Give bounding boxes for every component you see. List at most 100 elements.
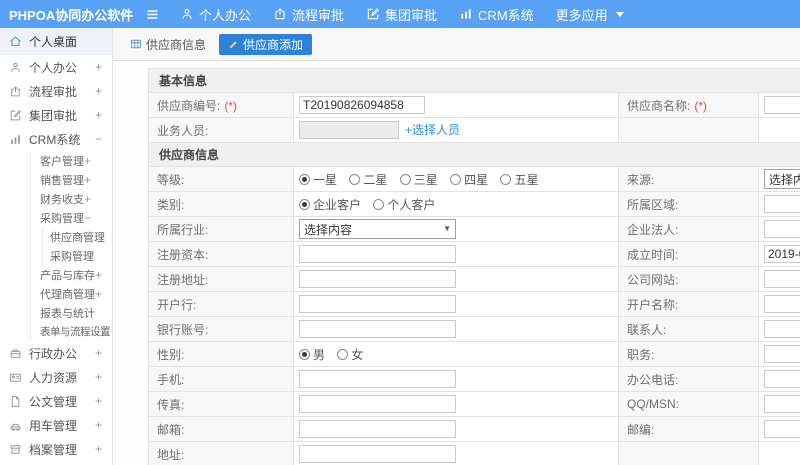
bank-account-input[interactable]	[299, 320, 456, 338]
level-radio-3star[interactable]: 三星	[399, 171, 438, 188]
field-label: 所属行业:	[157, 222, 209, 237]
gender-radio-female[interactable]: 女	[337, 346, 363, 363]
industry-select[interactable]: 选择内容	[299, 219, 456, 239]
topnav-crm-system[interactable]: CRM系统	[459, 5, 534, 24]
expand-icon[interactable]: +	[95, 394, 102, 408]
expand-icon[interactable]: +	[111, 325, 112, 339]
email-input[interactable]	[299, 420, 456, 438]
sidebar-item-crm-system[interactable]: CRM系统 −	[0, 127, 112, 151]
sidebar-item-process-approval[interactable]: 流程审批 +	[0, 79, 112, 103]
sidebar-item-human-resources[interactable]: 人力资源 +	[0, 365, 112, 389]
label-cell: 地址:	[148, 441, 294, 465]
tab-supplier-info[interactable]: 供应商信息	[130, 36, 206, 53]
bank-branch-input[interactable]	[299, 295, 456, 313]
collapse-icon[interactable]: −	[95, 132, 102, 146]
field-cell	[757, 291, 800, 317]
expand-icon[interactable]: +	[95, 108, 102, 122]
postcode-input[interactable]	[764, 420, 800, 438]
sidebar-item-customer-mgmt[interactable]: 客户管理 +	[0, 151, 112, 170]
expand-icon[interactable]: +	[84, 192, 91, 206]
section-row: 供应商信息	[147, 142, 800, 167]
level-radio-1star[interactable]: 一星	[299, 171, 337, 188]
expand-icon[interactable]: +	[95, 370, 102, 384]
sidebar-item-label: 报表与统计	[40, 307, 95, 320]
qq-msn-input[interactable]	[764, 395, 800, 413]
label-cell: 银行账号:	[148, 316, 294, 342]
label-cell: 联系人:	[618, 316, 759, 342]
sidebar-item-form-flow-settings[interactable]: 表单与流程设置 +	[0, 322, 112, 341]
category-radio-personal[interactable]: 个人客户	[373, 196, 435, 213]
category-radio-company[interactable]: 企业客户	[299, 196, 361, 213]
expand-icon[interactable]: +	[95, 84, 102, 98]
address-input[interactable]	[299, 445, 456, 463]
sidebar-item-sales-mgmt[interactable]: 销售管理 +	[0, 170, 112, 189]
mobile-input[interactable]	[299, 370, 456, 388]
sidebar-item-personal-office[interactable]: 个人办公 +	[0, 55, 112, 79]
sidebar-item-agent-mgmt[interactable]: 代理商管理 +	[0, 284, 112, 303]
company-website-input[interactable]	[764, 270, 800, 288]
position-input[interactable]	[764, 345, 800, 363]
sidebar-item-group-approval[interactable]: 集团审批 +	[0, 103, 112, 127]
sidebar-item-personal-desktop[interactable]: 个人桌面	[0, 28, 112, 55]
supplier-name-input[interactable]	[764, 96, 800, 114]
sidebar-item-admin-office[interactable]: 行政办公 +	[0, 341, 112, 365]
sidebar-item-label: 公文管理	[29, 394, 78, 409]
expand-icon[interactable]: +	[84, 173, 91, 187]
menu-icon[interactable]	[145, 7, 160, 22]
expand-icon[interactable]: +	[95, 287, 102, 301]
sidebar-item-purchase-mgmt[interactable]: 采购管理 −	[0, 208, 112, 227]
business-staff-input[interactable]	[299, 121, 399, 140]
region-input[interactable]	[764, 195, 800, 213]
fax-input[interactable]	[299, 395, 456, 413]
registered-address-input[interactable]	[299, 270, 456, 288]
level-radio-2star[interactable]: 二星	[349, 171, 387, 188]
archive-icon	[9, 443, 22, 456]
office-phone-input[interactable]	[764, 370, 800, 388]
collapse-icon[interactable]: −	[84, 211, 91, 225]
form-row: 等级: 一星 二星 三星 四星 五星 来源: 选择内容	[148, 166, 800, 192]
sidebar-item-products-inventory[interactable]: 产品与库存 +	[0, 265, 112, 284]
supplier-code-input[interactable]	[299, 96, 425, 114]
field-cell	[757, 191, 800, 217]
contact-person-input[interactable]	[764, 320, 800, 338]
topnav-label: CRM系统	[478, 7, 534, 23]
select-value: 选择内容	[769, 172, 800, 187]
sidebar-item-label: 档案管理	[29, 442, 78, 457]
topnav-personal-office[interactable]: 个人办公	[180, 5, 251, 24]
sidebar-item-vehicle-mgmt[interactable]: 用车管理 +	[0, 413, 112, 437]
gender-radio-male[interactable]: 男	[299, 346, 325, 363]
form-row: 注册地址: 公司网站:	[148, 266, 800, 292]
field-cell	[293, 241, 619, 267]
expand-icon[interactable]: +	[84, 154, 91, 168]
choose-staff-link[interactable]: +选择人员	[405, 123, 460, 137]
form-row: 手机: 办公电话:	[148, 366, 800, 392]
expand-icon[interactable]: +	[95, 346, 102, 360]
tab-supplier-add[interactable]: 供应商添加	[219, 33, 313, 55]
registered-capital-input[interactable]	[299, 245, 456, 263]
legal-person-input[interactable]	[764, 220, 800, 238]
field-cell: 选择内容	[293, 216, 619, 242]
sidebar-item-archive-mgmt[interactable]: 档案管理 +	[0, 437, 112, 461]
founded-date-input[interactable]	[764, 245, 800, 263]
field-label: 邮编:	[627, 422, 655, 437]
level-radio-4star[interactable]: 四星	[450, 171, 488, 188]
sidebar-item-finance[interactable]: 财务收支 +	[0, 189, 112, 208]
expand-icon[interactable]: +	[95, 268, 102, 282]
radio-label: 一星	[313, 172, 338, 187]
topnav-process-approval[interactable]: 流程审批	[273, 5, 344, 24]
topnav-group-approval[interactable]: 集团审批	[366, 5, 437, 24]
expand-icon[interactable]: +	[95, 442, 102, 456]
sidebar-item-supplier-mgmt[interactable]: 供应商管理	[0, 227, 112, 246]
account-name-input[interactable]	[764, 295, 800, 313]
field-label: 所属区域:	[627, 197, 679, 212]
radio-label: 三星	[413, 172, 438, 187]
expand-icon[interactable]: +	[95, 418, 102, 432]
sidebar-item-purchasing[interactable]: 采购管理	[0, 246, 112, 265]
field-cell	[757, 391, 800, 417]
level-radio-5star[interactable]: 五星	[500, 171, 538, 188]
sidebar-item-reports-stats[interactable]: 报表与统计	[0, 303, 112, 322]
sidebar-item-document-mgmt[interactable]: 公文管理 +	[0, 389, 112, 413]
source-select[interactable]: 选择内容	[764, 169, 800, 189]
topnav-more-apps[interactable]: 更多应用	[556, 5, 624, 24]
expand-icon[interactable]: +	[95, 60, 102, 74]
